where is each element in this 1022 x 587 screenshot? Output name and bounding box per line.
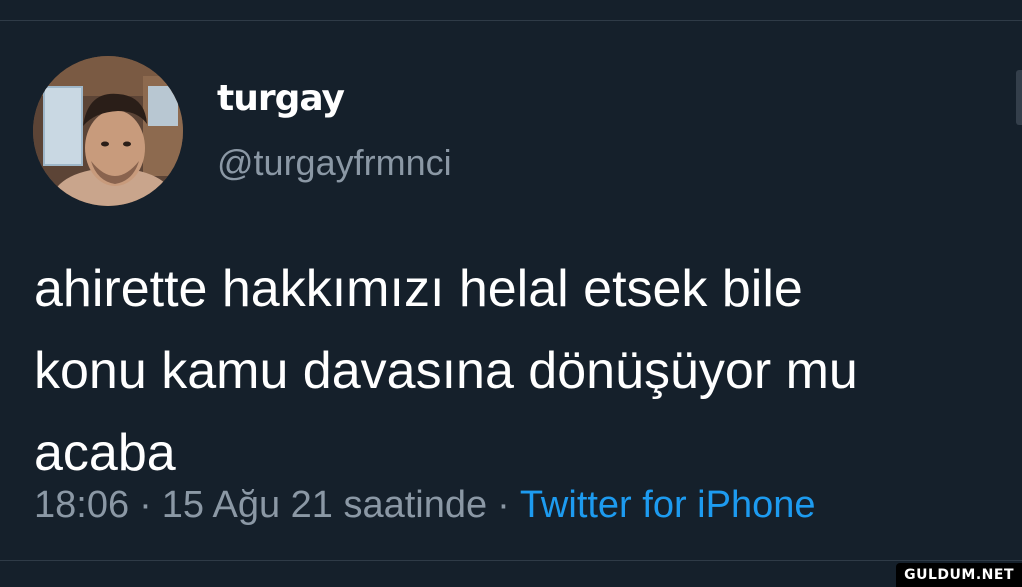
- edge-element: [1016, 70, 1022, 125]
- avatar-photo: [33, 56, 183, 206]
- tweet-date[interactable]: 15 Ağu 21 saatinde: [162, 484, 487, 526]
- tweet-time[interactable]: 18:06: [34, 484, 129, 526]
- top-divider: [0, 20, 1022, 21]
- display-name[interactable]: turgay: [217, 78, 345, 119]
- tweet-meta: 18:06 · 15 Ağu 21 saatinde · Twitter for iPh…: [34, 484, 816, 527]
- tweet-source-link[interactable]: Twitter for iPhone: [520, 484, 816, 526]
- avatar[interactable]: [33, 56, 183, 206]
- watermark: GULDUM.NET: [896, 563, 1022, 587]
- meta-separator: ·: [139, 484, 152, 526]
- user-handle[interactable]: @turgayfrmnci: [217, 142, 452, 184]
- tweet-text: ahirette hakkımızı helal etsek bile konu…: [34, 260, 858, 482]
- bottom-divider: [0, 560, 1022, 561]
- meta-separator: ·: [497, 484, 510, 526]
